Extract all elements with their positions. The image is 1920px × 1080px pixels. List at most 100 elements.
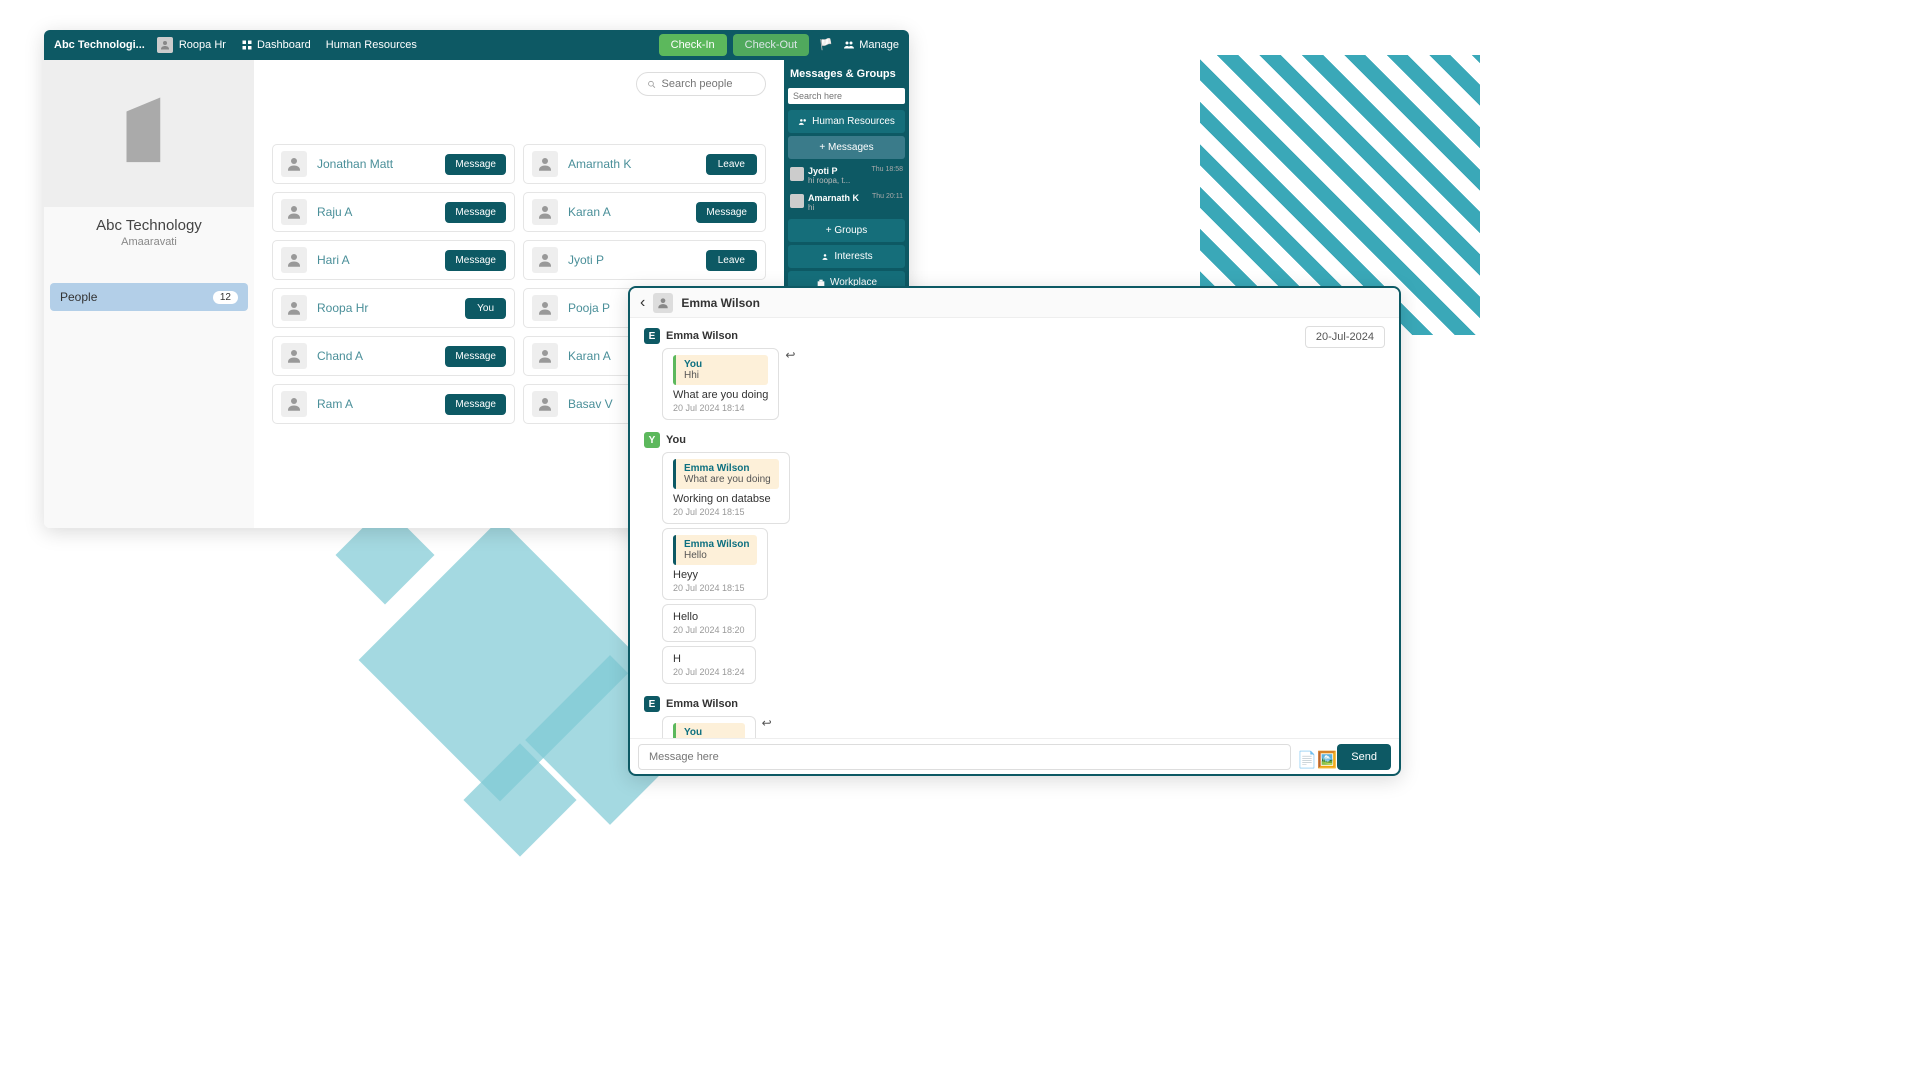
sidebar-conversation[interactable]: Amarnath K hi Thu 20:11 bbox=[784, 189, 909, 216]
message-text: What are you doing bbox=[673, 389, 768, 401]
message-bubble[interactable]: YouHhiHii20 Jul 2024 20:08 bbox=[662, 716, 756, 738]
person-avatar-icon bbox=[532, 295, 558, 321]
person-avatar-icon bbox=[532, 199, 558, 225]
manage-link[interactable]: Manage bbox=[843, 39, 899, 51]
message-text: Working on databse bbox=[673, 493, 779, 505]
org-location: Amaaravati bbox=[44, 236, 254, 248]
convo-avatar-icon bbox=[790, 194, 804, 208]
person-name[interactable]: Chand A bbox=[317, 349, 445, 363]
sidebar-item-hr[interactable]: Human Resources bbox=[788, 110, 905, 133]
attach-file-icon[interactable]: 📄 bbox=[1297, 750, 1311, 764]
message-bubble[interactable]: Emma WilsonHelloHeyy20 Jul 2024 18:15 bbox=[662, 528, 768, 600]
quoted-message: Emma WilsonWhat are you doing bbox=[673, 459, 779, 489]
message-group: YYouEmma WilsonWhat are you doingWorking… bbox=[644, 432, 1385, 688]
reply-icon[interactable]: ↩ bbox=[762, 716, 772, 730]
person-avatar-icon bbox=[281, 391, 307, 417]
sender-badge: E bbox=[644, 328, 660, 344]
sender-badge: E bbox=[644, 696, 660, 712]
search-icon bbox=[647, 79, 657, 90]
person-avatar-icon bbox=[281, 247, 307, 273]
person-action-button[interactable]: Message bbox=[445, 346, 506, 367]
message-bubble[interactable]: YouHhiWhat are you doing20 Jul 2024 18:1… bbox=[662, 348, 779, 420]
company-name: Abc Technologi... bbox=[54, 39, 145, 51]
current-user-name[interactable]: Roopa Hr bbox=[179, 39, 226, 51]
message-bubble[interactable]: Emma WilsonWhat are you doing Working on … bbox=[662, 452, 790, 524]
person-name[interactable]: Jyoti P bbox=[568, 253, 706, 267]
sidebar-item-messages[interactable]: + Messages bbox=[788, 136, 905, 159]
message-input[interactable] bbox=[638, 744, 1291, 770]
person-name[interactable]: Amarnath K bbox=[568, 157, 706, 171]
person-name[interactable]: Jonathan Matt bbox=[317, 157, 445, 171]
reply-icon[interactable]: ↩ bbox=[785, 348, 795, 362]
person-action-button[interactable]: Message bbox=[445, 154, 506, 175]
person-action-button[interactable]: Message bbox=[445, 250, 506, 271]
person-card: Ram A Message bbox=[272, 384, 515, 424]
convo-time: Thu 18:58 bbox=[871, 166, 903, 173]
convo-preview: hi bbox=[808, 203, 868, 212]
message-time: 20 Jul 2024 18:24 bbox=[673, 667, 745, 677]
chat-date-badge: 20-Jul-2024 bbox=[1305, 326, 1385, 348]
person-card: Karan A Message bbox=[523, 192, 766, 232]
person-avatar-icon bbox=[281, 151, 307, 177]
message-bubble[interactable]: H20 Jul 2024 18:24 bbox=[662, 646, 756, 684]
nav-human-resources[interactable]: Human Resources bbox=[326, 39, 417, 51]
people-tab[interactable]: People 12 bbox=[50, 283, 248, 311]
person-avatar-icon bbox=[532, 151, 558, 177]
person-action-button[interactable]: You bbox=[465, 298, 506, 319]
person-name[interactable]: Ram A bbox=[317, 397, 445, 411]
sidebar-search-input[interactable] bbox=[788, 88, 905, 104]
message-bubble[interactable]: Hello20 Jul 2024 18:20 bbox=[662, 604, 756, 642]
person-avatar-icon bbox=[532, 391, 558, 417]
sender-name: You bbox=[666, 434, 686, 446]
sidebar-item-interests[interactable]: Interests bbox=[788, 245, 905, 268]
person-card: Chand A Message bbox=[272, 336, 515, 376]
send-button[interactable]: Send bbox=[1337, 744, 1391, 770]
chat-contact-name: Emma Wilson bbox=[681, 296, 760, 310]
person-card: Jyoti P Leave bbox=[523, 240, 766, 280]
check-out-button[interactable]: Check-Out bbox=[733, 34, 810, 56]
back-arrow-icon[interactable]: ‹ bbox=[640, 294, 645, 312]
chat-body[interactable]: 20-Jul-2024 EEmma WilsonYouHhiWhat are y… bbox=[630, 318, 1399, 738]
person-action-button[interactable]: Leave bbox=[706, 154, 757, 175]
attach-image-icon[interactable]: 🖼️ bbox=[1317, 750, 1331, 764]
person-avatar-icon bbox=[532, 343, 558, 369]
check-in-button[interactable]: Check-In bbox=[659, 34, 727, 56]
person-name[interactable]: Karan A bbox=[568, 205, 696, 219]
org-logo bbox=[44, 60, 254, 207]
person-action-button[interactable]: Leave bbox=[706, 250, 757, 271]
quoted-message: Emma WilsonHello bbox=[673, 535, 757, 565]
message-time: 20 Jul 2024 18:20 bbox=[673, 625, 745, 635]
quoted-message: YouHhi bbox=[673, 723, 745, 738]
convo-time: Thu 20:11 bbox=[872, 193, 903, 200]
person-avatar-icon bbox=[281, 199, 307, 225]
person-name[interactable]: Hari A bbox=[317, 253, 445, 267]
person-card: Amarnath K Leave bbox=[523, 144, 766, 184]
person-name[interactable]: Roopa Hr bbox=[317, 301, 465, 315]
person-action-button[interactable]: Message bbox=[445, 202, 506, 223]
person-action-button[interactable]: Message bbox=[445, 394, 506, 415]
people-tab-label: People bbox=[60, 290, 97, 304]
person-avatar-icon bbox=[281, 343, 307, 369]
search-people-box[interactable] bbox=[636, 72, 766, 96]
message-group: E Emma Wilson YouHhiHii20 Jul 2024 20:08 ↩ bbox=[644, 696, 1385, 738]
person-card: Raju A Message bbox=[272, 192, 515, 232]
org-sidebar: Abc Technology Amaaravati People 12 bbox=[44, 60, 254, 528]
person-name[interactable]: Raju A bbox=[317, 205, 445, 219]
nav-dashboard[interactable]: Dashboard bbox=[241, 39, 311, 51]
person-action-button[interactable]: Message bbox=[696, 202, 757, 223]
convo-name: Jyoti P bbox=[808, 166, 867, 176]
search-people-input[interactable] bbox=[662, 78, 755, 90]
convo-name: Amarnath K bbox=[808, 193, 868, 203]
chat-footer: 📄 🖼️ Send bbox=[630, 738, 1399, 774]
message-time: 20 Jul 2024 18:14 bbox=[673, 403, 768, 413]
sender-name: Emma Wilson bbox=[666, 698, 738, 710]
convo-preview: hi roopa, t... bbox=[808, 176, 867, 185]
user-avatar-icon bbox=[157, 37, 173, 53]
flag-icon[interactable]: 🏳️ bbox=[819, 38, 833, 52]
sender-name: Emma Wilson bbox=[666, 330, 738, 342]
chat-header: ‹ Emma Wilson bbox=[630, 288, 1399, 318]
sidebar-item-groups[interactable]: + Groups bbox=[788, 219, 905, 242]
sidebar-conversation[interactable]: Jyoti P hi roopa, t... Thu 18:58 bbox=[784, 162, 909, 189]
top-bar: Abc Technologi... Roopa Hr Dashboard Hum… bbox=[44, 30, 909, 60]
person-avatar-icon bbox=[281, 295, 307, 321]
